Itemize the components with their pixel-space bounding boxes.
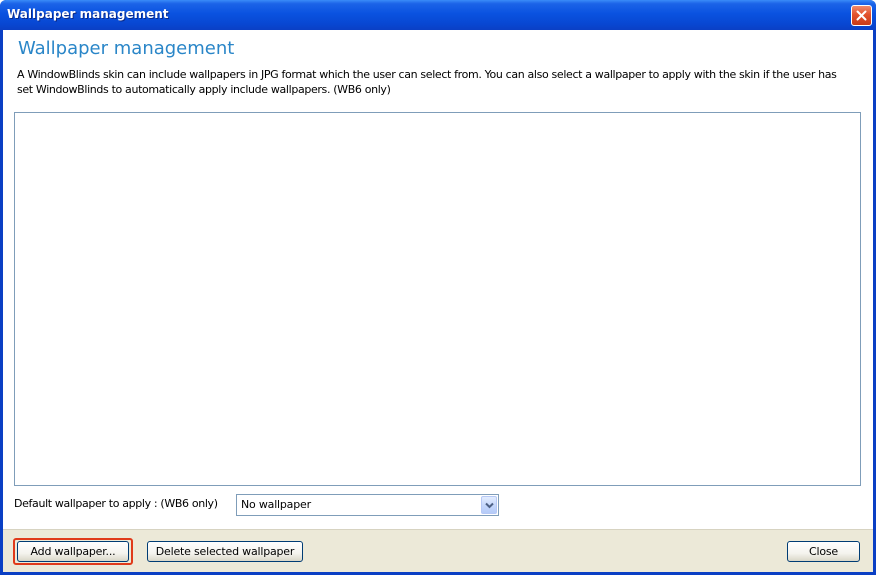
default-wallpaper-value: No wallpaper	[241, 498, 311, 511]
delete-wallpaper-button[interactable]: Delete selected wallpaper	[147, 541, 303, 562]
page-description: A WindowBlinds skin can include wallpape…	[17, 68, 837, 96]
default-wallpaper-label: Default wallpaper to apply : (WB6 only)	[14, 497, 218, 510]
add-wallpaper-button[interactable]: Add wallpaper...	[17, 541, 129, 562]
dialog-body: Wallpaper management A WindowBlinds skin…	[3, 30, 873, 573]
window-close-button[interactable]	[851, 5, 872, 26]
default-wallpaper-dropdown[interactable]: No wallpaper	[236, 494, 499, 516]
dialog-window: Wallpaper management Wallpaper managemen…	[0, 0, 876, 575]
wallpaper-list[interactable]	[14, 112, 861, 486]
close-icon	[856, 10, 867, 21]
button-bar: Add wallpaper... Delete selected wallpap…	[3, 529, 873, 573]
window-title: Wallpaper management	[7, 7, 169, 21]
dropdown-arrow-button[interactable]	[481, 496, 497, 514]
page-title: Wallpaper management	[18, 38, 235, 59]
chevron-down-icon	[484, 502, 494, 508]
title-bar[interactable]: Wallpaper management	[0, 0, 876, 30]
close-button[interactable]: Close	[787, 541, 860, 562]
